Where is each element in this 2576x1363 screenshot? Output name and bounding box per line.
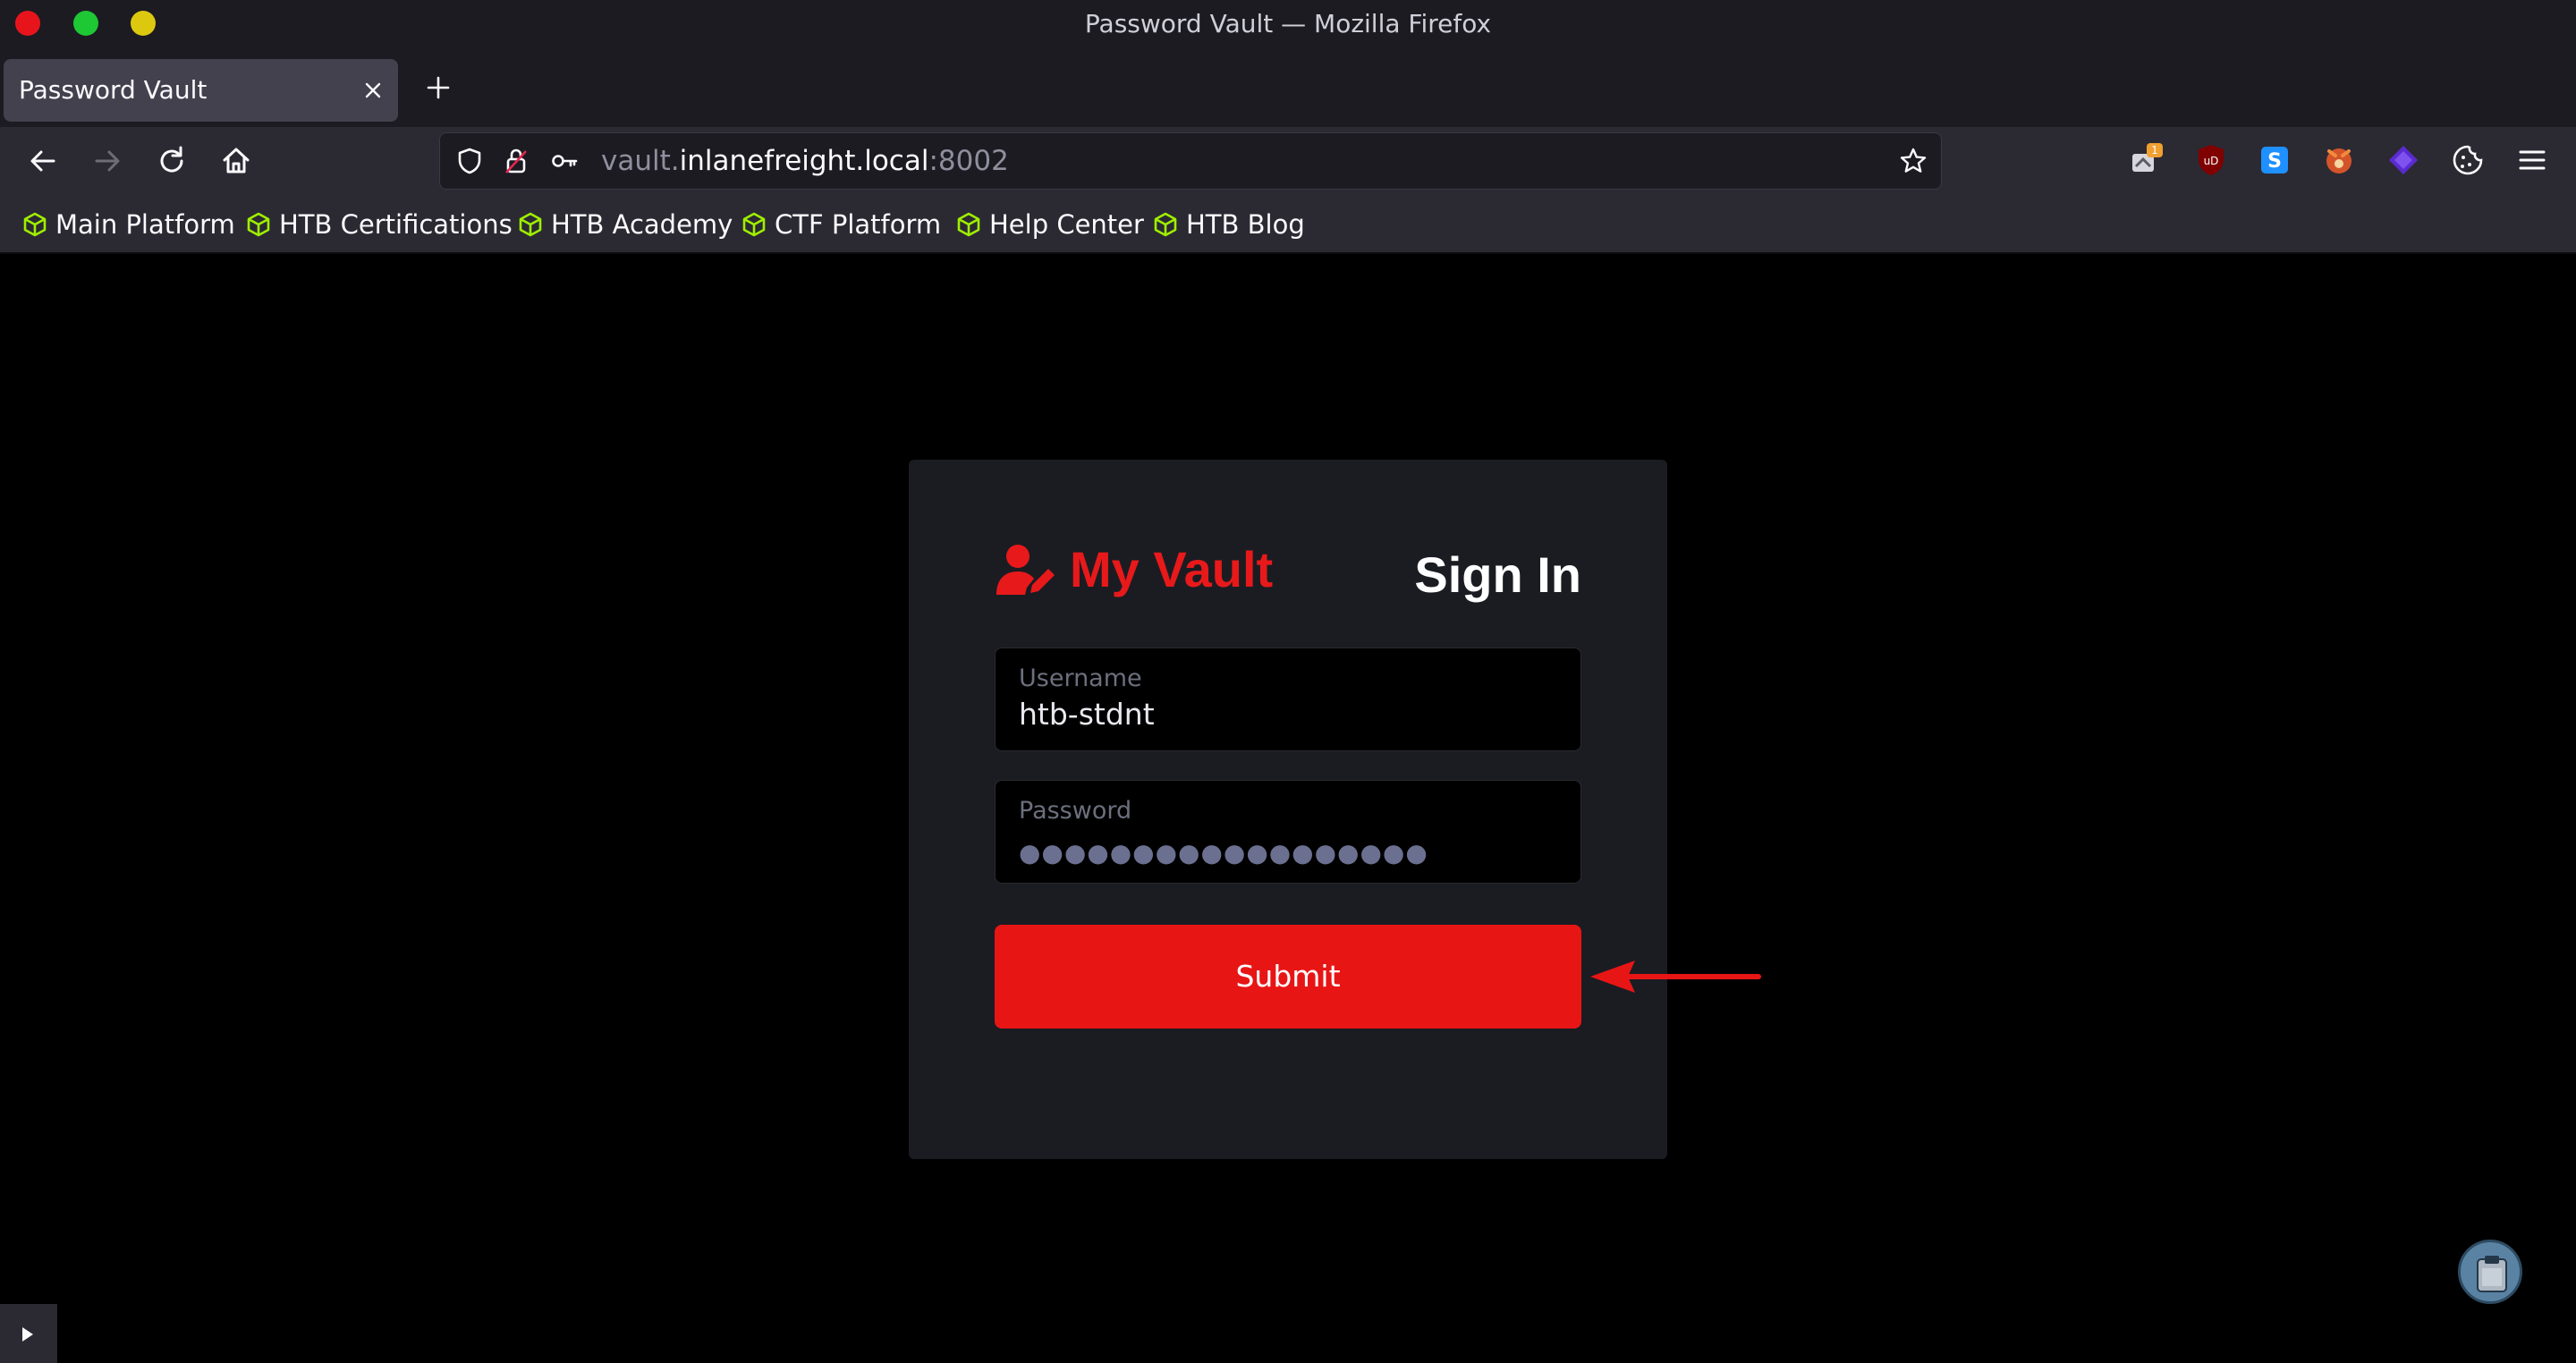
- url-text[interactable]: vault.inlanefreight.local:8002: [601, 133, 1009, 189]
- bookmarks-toolbar: Main Platform HTB Certifications HTB Aca…: [0, 195, 2576, 254]
- submit-button[interactable]: Submit: [995, 925, 1581, 1029]
- bookmark-main-platform[interactable]: Main Platform: [21, 195, 235, 254]
- password-label: Password: [1019, 797, 1132, 825]
- sidebar-toggle[interactable]: [0, 1304, 57, 1363]
- bookmark-htb-blog[interactable]: HTB Blog: [1152, 195, 1305, 254]
- tab-password-vault[interactable]: Password Vault: [4, 59, 398, 122]
- tab-strip: Password Vault: [0, 48, 2576, 127]
- url-host: inlanefreight.local: [679, 145, 929, 177]
- svg-text:uD: uD: [2204, 155, 2219, 167]
- window-title: Password Vault — Mozilla Firefox: [1084, 9, 1492, 38]
- navigation-toolbar: vault.inlanefreight.local:8002 1 uD S: [0, 127, 2576, 195]
- htb-cube-icon: [517, 211, 544, 238]
- insecure-lock-icon[interactable]: [501, 146, 531, 176]
- password-field[interactable]: Password ●●●●●●●●●●●●●●●●●●: [995, 780, 1581, 884]
- htb-cube-icon: [955, 211, 982, 238]
- back-arrow-icon[interactable]: [25, 143, 61, 179]
- username-value: htb-stdnt: [1019, 697, 1155, 732]
- url-bar[interactable]: vault.inlanefreight.local:8002: [439, 132, 1942, 190]
- clipboard-button[interactable]: [2458, 1240, 2522, 1304]
- htb-cube-icon: [21, 211, 48, 238]
- reload-icon[interactable]: [154, 143, 190, 179]
- password-mask: ●●●●●●●●●●●●●●●●●●: [1019, 838, 1428, 868]
- bookmark-label: CTF Platform: [775, 209, 942, 240]
- cookie-icon[interactable]: [2447, 140, 2488, 181]
- play-triangle-icon: [20, 1325, 36, 1343]
- foxyproxy-icon[interactable]: [2318, 140, 2360, 181]
- clipboard-icon: [2474, 1254, 2510, 1293]
- htb-cube-icon: [741, 211, 767, 238]
- extension-sync-icon[interactable]: 1: [2125, 140, 2166, 181]
- bookmark-ctf-platform[interactable]: CTF Platform: [741, 195, 941, 254]
- svg-text:1: 1: [2151, 144, 2158, 157]
- bookmark-label: HTB Blog: [1186, 209, 1305, 240]
- red-arrow-annotation: [1590, 961, 1761, 993]
- shield-icon[interactable]: [454, 146, 485, 176]
- bookmark-label: Help Center: [989, 209, 1144, 240]
- close-tab-icon[interactable]: [360, 78, 386, 103]
- new-tab-plus-icon[interactable]: [422, 72, 454, 104]
- username-field[interactable]: Username htb-stdnt: [995, 648, 1581, 751]
- bookmark-htb-certifications[interactable]: HTB Certifications: [245, 195, 513, 254]
- bookmark-htb-academy[interactable]: HTB Academy: [517, 195, 733, 254]
- ublock-icon[interactable]: uD: [2190, 140, 2232, 181]
- svg-text:S: S: [2267, 150, 2282, 173]
- bookmark-help-center[interactable]: Help Center: [955, 195, 1144, 254]
- window-titlebar: Password Vault — Mozilla Firefox: [0, 0, 2576, 48]
- key-icon[interactable]: [549, 146, 580, 176]
- bookmark-label: HTB Certifications: [279, 209, 513, 240]
- bookmark-label: Main Platform: [55, 209, 235, 240]
- url-subdomain: vault.: [601, 145, 680, 177]
- hamburger-menu-icon[interactable]: [2512, 140, 2553, 181]
- page-content: My Vault Sign In Username htb-stdnt Pass…: [0, 254, 2576, 1363]
- tab-title: Password Vault: [19, 75, 208, 105]
- purple-diamond-extension-icon[interactable]: [2383, 140, 2424, 181]
- forward-arrow-icon[interactable]: [89, 143, 125, 179]
- username-label: Username: [1019, 665, 1142, 692]
- htb-cube-icon: [245, 211, 272, 238]
- url-port: :8002: [928, 145, 1009, 177]
- s-extension-icon[interactable]: S: [2254, 140, 2295, 181]
- home-icon[interactable]: [218, 143, 254, 179]
- bookmark-star-icon[interactable]: [1898, 146, 1928, 176]
- login-form: Username htb-stdnt Password ●●●●●●●●●●●●…: [909, 460, 1667, 1159]
- htb-cube-icon: [1152, 211, 1179, 238]
- bookmark-label: HTB Academy: [551, 209, 733, 240]
